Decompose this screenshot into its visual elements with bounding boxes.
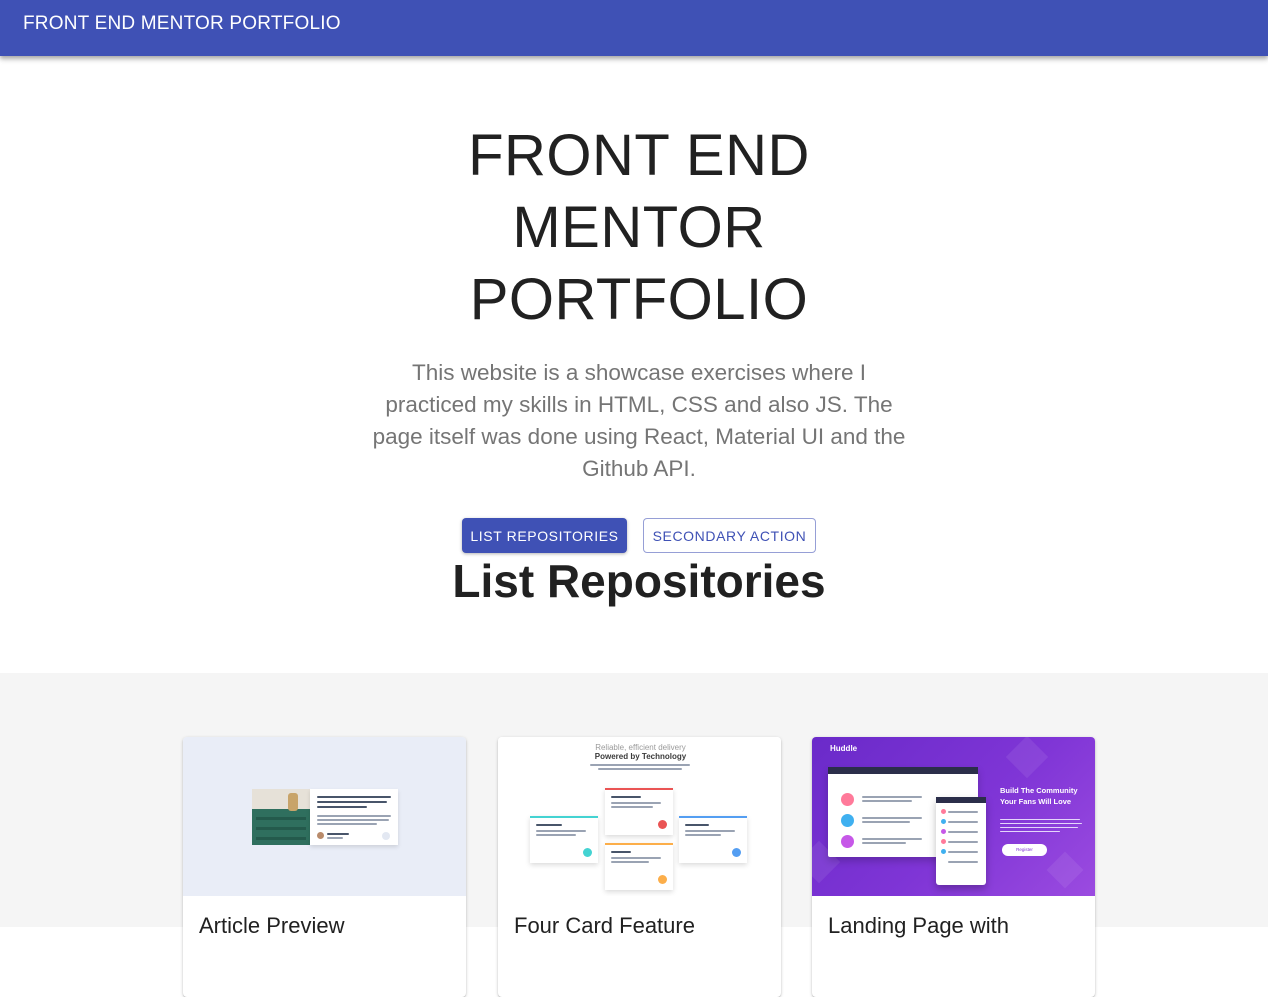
preview-card: [605, 843, 673, 890]
repo-card-image: Huddle Build The Community Your Fans Wil…: [812, 737, 1095, 896]
repo-card-image: [183, 737, 466, 896]
repo-card-image: Reliable, efficient delivery Powered by …: [498, 737, 781, 896]
list-repositories-heading: List Repositories: [452, 555, 826, 607]
repo-card-article-preview[interactable]: Article Preview: [183, 737, 466, 997]
repo-card-landing-page[interactable]: Huddle Build The Community Your Fans Wil…: [812, 737, 1095, 997]
preview-photo: [252, 789, 310, 845]
app-title[interactable]: FRONT END MENTOR PORTFOLIO: [23, 13, 341, 35]
repo-card-title: Landing Page with: [828, 913, 1010, 938]
repo-card-four-card-feature[interactable]: Reliable, efficient delivery Powered by …: [498, 737, 781, 997]
preview-card: [605, 788, 673, 835]
preview-heading: Build The Community Your Fans Will Love: [1000, 786, 1078, 806]
repo-card-title: Four Card Feature: [514, 913, 695, 938]
hero-title: FRONT END MENTOR PORTFOLIO: [468, 123, 810, 332]
preview-register-button: Register: [1002, 844, 1047, 856]
hero-description: This website is a showcase exercises whe…: [372, 360, 906, 481]
preview-subtitle: Reliable, efficient delivery: [595, 743, 686, 752]
list-repositories-button[interactable]: LIST REPOSITORIES: [462, 518, 627, 553]
repo-card-title: Article Preview: [199, 913, 345, 938]
preview-heading: Powered by Technology: [594, 752, 687, 761]
preview-logo: Huddle: [830, 744, 858, 753]
preview-paragraph: [1000, 819, 1086, 832]
hero-section: FRONT END MENTOR PORTFOLIO This website …: [0, 56, 1268, 673]
preview-card: [530, 816, 598, 863]
secondary-action-button[interactable]: SECONDARY ACTION: [643, 518, 816, 553]
app-bar: FRONT END MENTOR PORTFOLIO: [0, 0, 1268, 56]
preview-card: [679, 816, 747, 863]
repositories-grid: Article Preview Reliable, efficient deli…: [0, 673, 1268, 997]
preview-mobile-mock: [936, 797, 986, 885]
preview-text-panel: [310, 789, 398, 845]
